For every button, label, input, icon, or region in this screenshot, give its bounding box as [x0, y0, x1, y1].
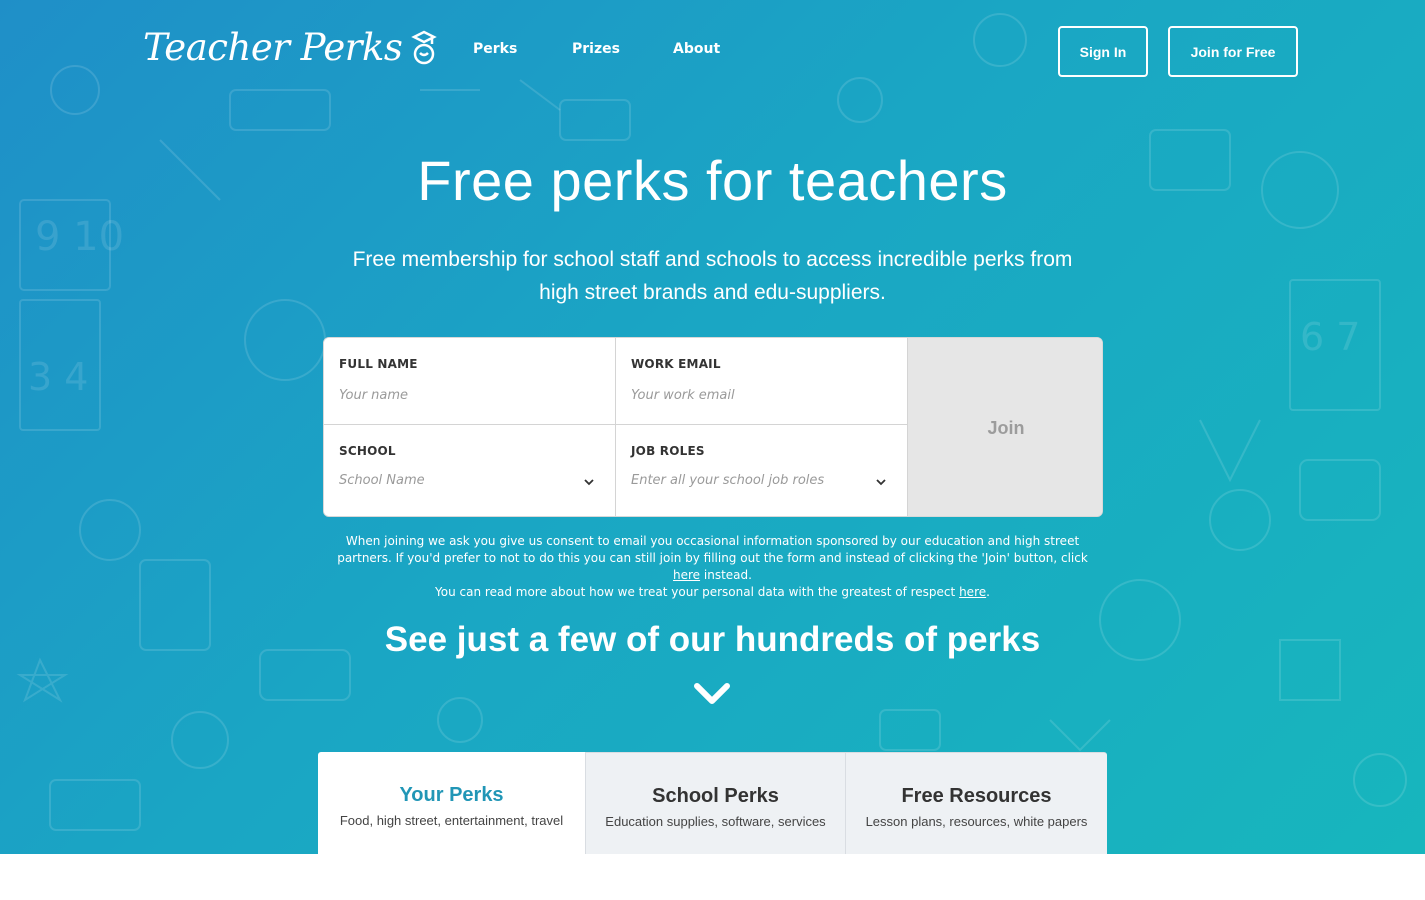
- bear-graduate-icon: [411, 30, 438, 65]
- work-email-label: WORK EMAIL: [631, 357, 721, 371]
- svg-text:6 7: 6 7: [1300, 315, 1360, 359]
- hero-section: 9 10 3 4 6 7 Teacher Perks Perks Prizes …: [0, 0, 1425, 854]
- page-content-area: [0, 854, 1425, 900]
- tab-school-perks[interactable]: School Perks Education supplies, softwar…: [586, 752, 846, 854]
- consent-text-2-end: .: [986, 585, 990, 599]
- full-name-field: FULL NAME: [324, 338, 616, 425]
- privacy-link-here[interactable]: here: [959, 585, 986, 599]
- consent-text-1: When joining we ask you give us consent …: [337, 534, 1088, 565]
- nav-prizes[interactable]: Prizes: [572, 41, 620, 57]
- perks-tabs: Your Perks Food, high street, entertainm…: [318, 752, 1107, 854]
- join-for-free-button[interactable]: Join for Free: [1168, 26, 1298, 77]
- nav-perks[interactable]: Perks: [473, 41, 517, 57]
- sign-in-button[interactable]: Sign In: [1058, 26, 1148, 77]
- school-select[interactable]: SCHOOL School Name: [324, 425, 616, 516]
- perks-heading: See just a few of our hundreds of perks: [384, 620, 1041, 659]
- tab-title: Your Perks: [399, 784, 504, 806]
- svg-text:3 4: 3 4: [28, 355, 88, 399]
- tab-your-perks[interactable]: Your Perks Food, high street, entertainm…: [318, 752, 586, 854]
- job-roles-placeholder: Enter all your school job roles: [631, 473, 825, 488]
- work-email-input[interactable]: [631, 384, 891, 406]
- join-button[interactable]: Join: [908, 338, 1102, 516]
- site-logo[interactable]: Teacher Perks: [143, 26, 438, 70]
- chevron-down-icon[interactable]: [692, 681, 732, 709]
- school-label: SCHOOL: [339, 444, 396, 458]
- consent-text-2: You can read more about how we treat you…: [435, 585, 956, 599]
- consent-notice: When joining we ask you give us consent …: [330, 533, 1095, 601]
- school-placeholder: School Name: [339, 473, 425, 488]
- tab-free-resources[interactable]: Free Resources Lesson plans, resources, …: [846, 752, 1107, 854]
- svg-text:9 10: 9 10: [35, 214, 124, 260]
- tab-title: Free Resources: [901, 785, 1052, 807]
- work-email-field: WORK EMAIL: [616, 338, 908, 425]
- tab-title: School Perks: [652, 785, 779, 807]
- logo-text: Teacher Perks: [143, 26, 403, 69]
- hero-title: Free perks for teachers: [417, 149, 1008, 212]
- full-name-label: FULL NAME: [339, 357, 418, 371]
- job-roles-label: JOB ROLES: [631, 444, 705, 458]
- tab-description: Lesson plans, resources, white papers: [865, 814, 1088, 829]
- chevron-down-icon: [584, 479, 594, 486]
- job-roles-select[interactable]: JOB ROLES Enter all your school job role…: [616, 425, 908, 516]
- chevron-down-icon: [876, 479, 886, 486]
- tab-description: Education supplies, software, services: [605, 814, 826, 829]
- consent-text-1-end: instead.: [703, 568, 752, 582]
- signup-form: FULL NAME WORK EMAIL SCHOOL School Name …: [323, 337, 1103, 517]
- full-name-input[interactable]: [339, 384, 599, 406]
- nav-about[interactable]: About: [673, 41, 720, 57]
- consent-link-here[interactable]: here: [673, 568, 700, 582]
- tab-description: Food, high street, entertainment, travel: [339, 813, 564, 828]
- hero-subtitle: Free membership for school staff and sch…: [352, 248, 1073, 304]
